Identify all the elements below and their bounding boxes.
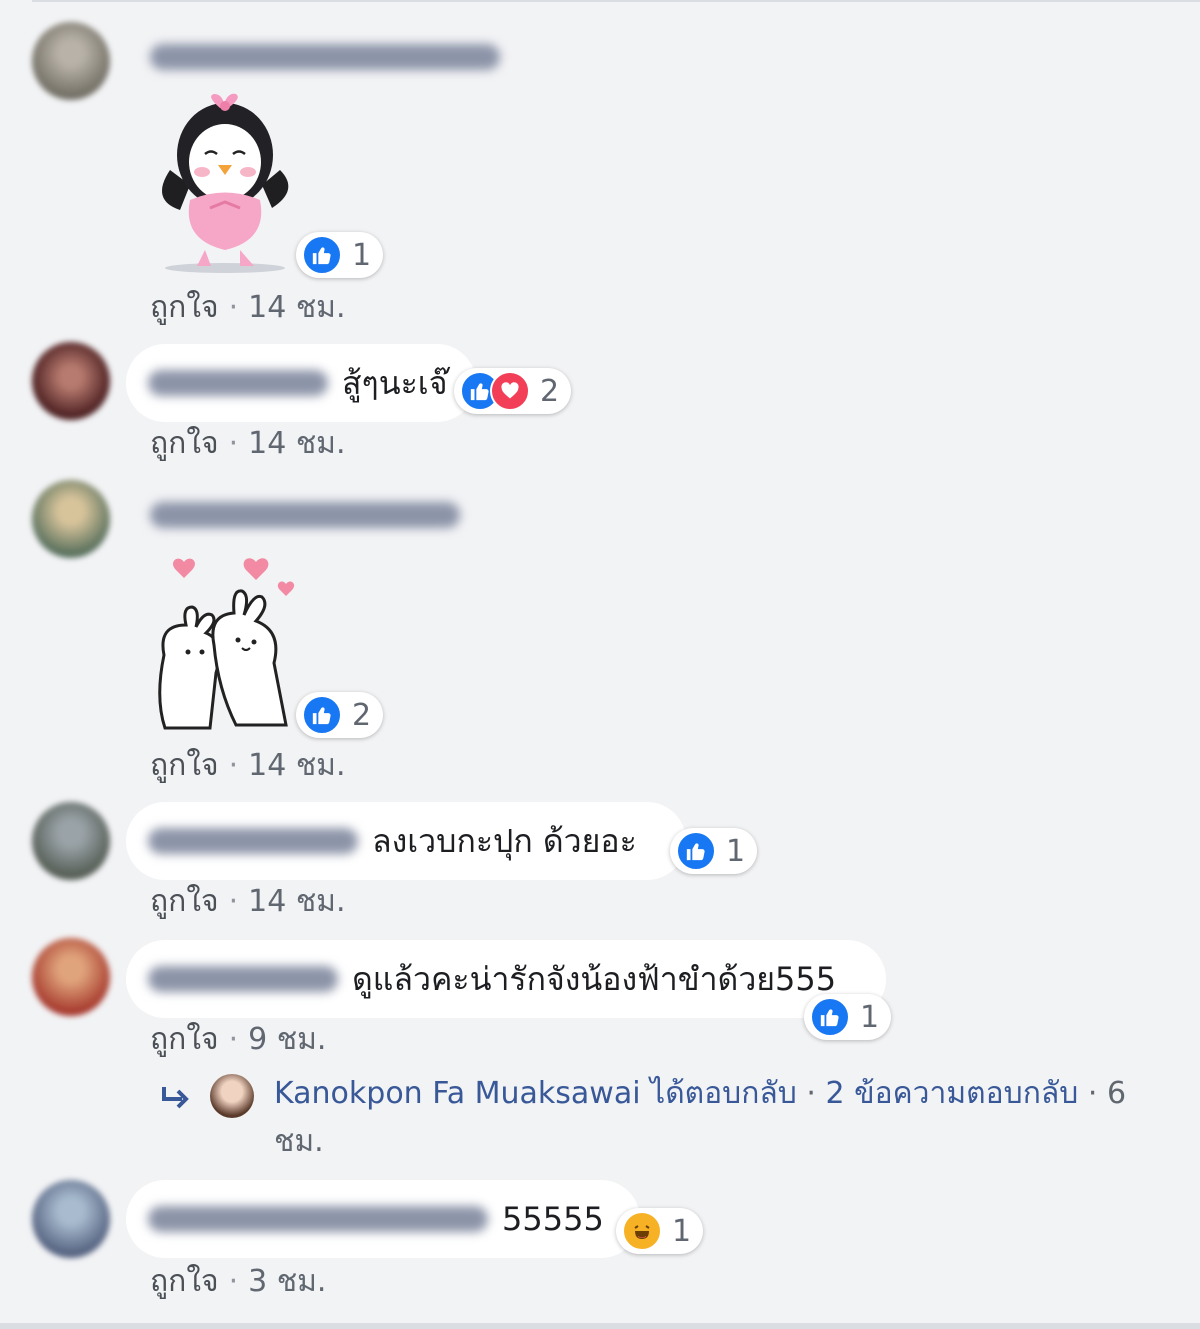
reaction-count: 1: [726, 833, 746, 869]
reaction-summary[interactable]: 1: [296, 232, 384, 278]
bottom-divider: [0, 1323, 1200, 1329]
sticker-rabbits: [144, 550, 304, 739]
avatar[interactable]: [32, 938, 110, 1016]
reply-action: ได้ตอบกลับ: [650, 1076, 797, 1111]
separator: ·: [1087, 1076, 1098, 1111]
reaction-summary[interactable]: 2: [454, 368, 572, 414]
like-icon: [302, 695, 342, 735]
like-link[interactable]: ถูกใจ: [150, 1016, 219, 1063]
avatar[interactable]: [32, 802, 110, 880]
comment-text: ลงเวบกะปุก ด้วยอะ: [372, 821, 637, 860]
timestamp[interactable]: 14 ชม.: [248, 878, 345, 925]
timestamp[interactable]: 3 ชม.: [248, 1258, 326, 1305]
reply-count: 2 ข้อความตอบกลับ: [825, 1076, 1079, 1111]
like-link[interactable]: ถูกใจ: [150, 1258, 219, 1305]
separator: ·: [228, 1022, 239, 1057]
reaction-summary[interactable]: 1: [804, 994, 892, 1040]
separator: ·: [228, 748, 239, 783]
like-link[interactable]: ถูกใจ: [150, 284, 219, 331]
avatar[interactable]: [32, 22, 110, 100]
reply-avatar[interactable]: [210, 1074, 254, 1118]
timestamp[interactable]: 14 ชม.: [248, 742, 345, 789]
reaction-count: 1: [672, 1213, 692, 1249]
timestamp[interactable]: 14 ชม.: [248, 420, 345, 467]
commenter-name[interactable]: [148, 828, 358, 854]
haha-icon: [622, 1211, 662, 1251]
reply-time-unit: ชม.: [274, 1124, 324, 1159]
reaction-count: 1: [352, 237, 372, 273]
separator: ·: [806, 1076, 816, 1111]
separator: ·: [228, 426, 239, 461]
comment-meta: ถูกใจ · 14 ชม.: [150, 284, 346, 331]
like-link[interactable]: ถูกใจ: [150, 878, 219, 925]
comment-bubble: สู้ๆนะเจ๊: [126, 344, 476, 422]
love-icon: [490, 371, 530, 411]
separator: ·: [228, 1264, 239, 1299]
reaction-count: 2: [540, 373, 560, 409]
reaction-summary[interactable]: 1: [670, 828, 758, 874]
top-divider: [32, 0, 1200, 2]
commenter-name[interactable]: [148, 1206, 488, 1232]
comment-bubble: 55555: [126, 1180, 640, 1258]
comment-bubble: ลงเวบกะปุก ด้วยอะ: [126, 802, 686, 880]
avatar[interactable]: [32, 342, 110, 420]
like-link[interactable]: ถูกใจ: [150, 420, 219, 467]
commenter-name[interactable]: [150, 502, 460, 528]
reaction-summary[interactable]: 1: [616, 1208, 704, 1254]
like-icon: [810, 997, 850, 1037]
reaction-summary[interactable]: 2: [296, 692, 384, 738]
avatar[interactable]: [32, 480, 110, 558]
comment-text: สู้ๆนะเจ๊: [342, 363, 448, 402]
like-icon: [676, 831, 716, 871]
comment-meta: ถูกใจ · 14 ชม.: [150, 420, 346, 467]
commenter-name[interactable]: [148, 966, 338, 992]
like-link[interactable]: ถูกใจ: [150, 742, 219, 789]
timestamp[interactable]: 9 ชม.: [248, 1016, 326, 1063]
comment-text: 55555: [502, 1200, 604, 1238]
comment-bubble: ดูแล้วคะน่ารักจังน้องฟ้าขำด้วย555: [126, 940, 886, 1018]
comment-meta: ถูกใจ · 14 ชม.: [150, 742, 346, 789]
reply-author[interactable]: Kanokpon Fa Muaksawai: [274, 1076, 641, 1111]
comment-text: ดูแล้วคะน่ารักจังน้องฟ้าขำด้วย555: [352, 959, 837, 998]
separator: ·: [228, 884, 239, 919]
timestamp[interactable]: 14 ชม.: [248, 284, 345, 331]
separator: ·: [228, 290, 239, 325]
reaction-count: 1: [860, 999, 880, 1035]
comment-meta: ถูกใจ · 9 ชม.: [150, 1016, 326, 1063]
commenter-name[interactable]: [148, 370, 328, 396]
avatar[interactable]: [32, 1180, 110, 1258]
comment-meta: ถูกใจ · 14 ชม.: [150, 878, 346, 925]
reaction-count: 2: [352, 697, 372, 733]
reply-arrow-icon: [160, 1080, 190, 1128]
commenter-name[interactable]: [150, 44, 500, 70]
like-icon: [302, 235, 342, 275]
sticker-penguin: [150, 90, 300, 279]
reply-time: 6: [1106, 1076, 1127, 1111]
comment-meta: ถูกใจ · 3 ชม.: [150, 1258, 326, 1305]
